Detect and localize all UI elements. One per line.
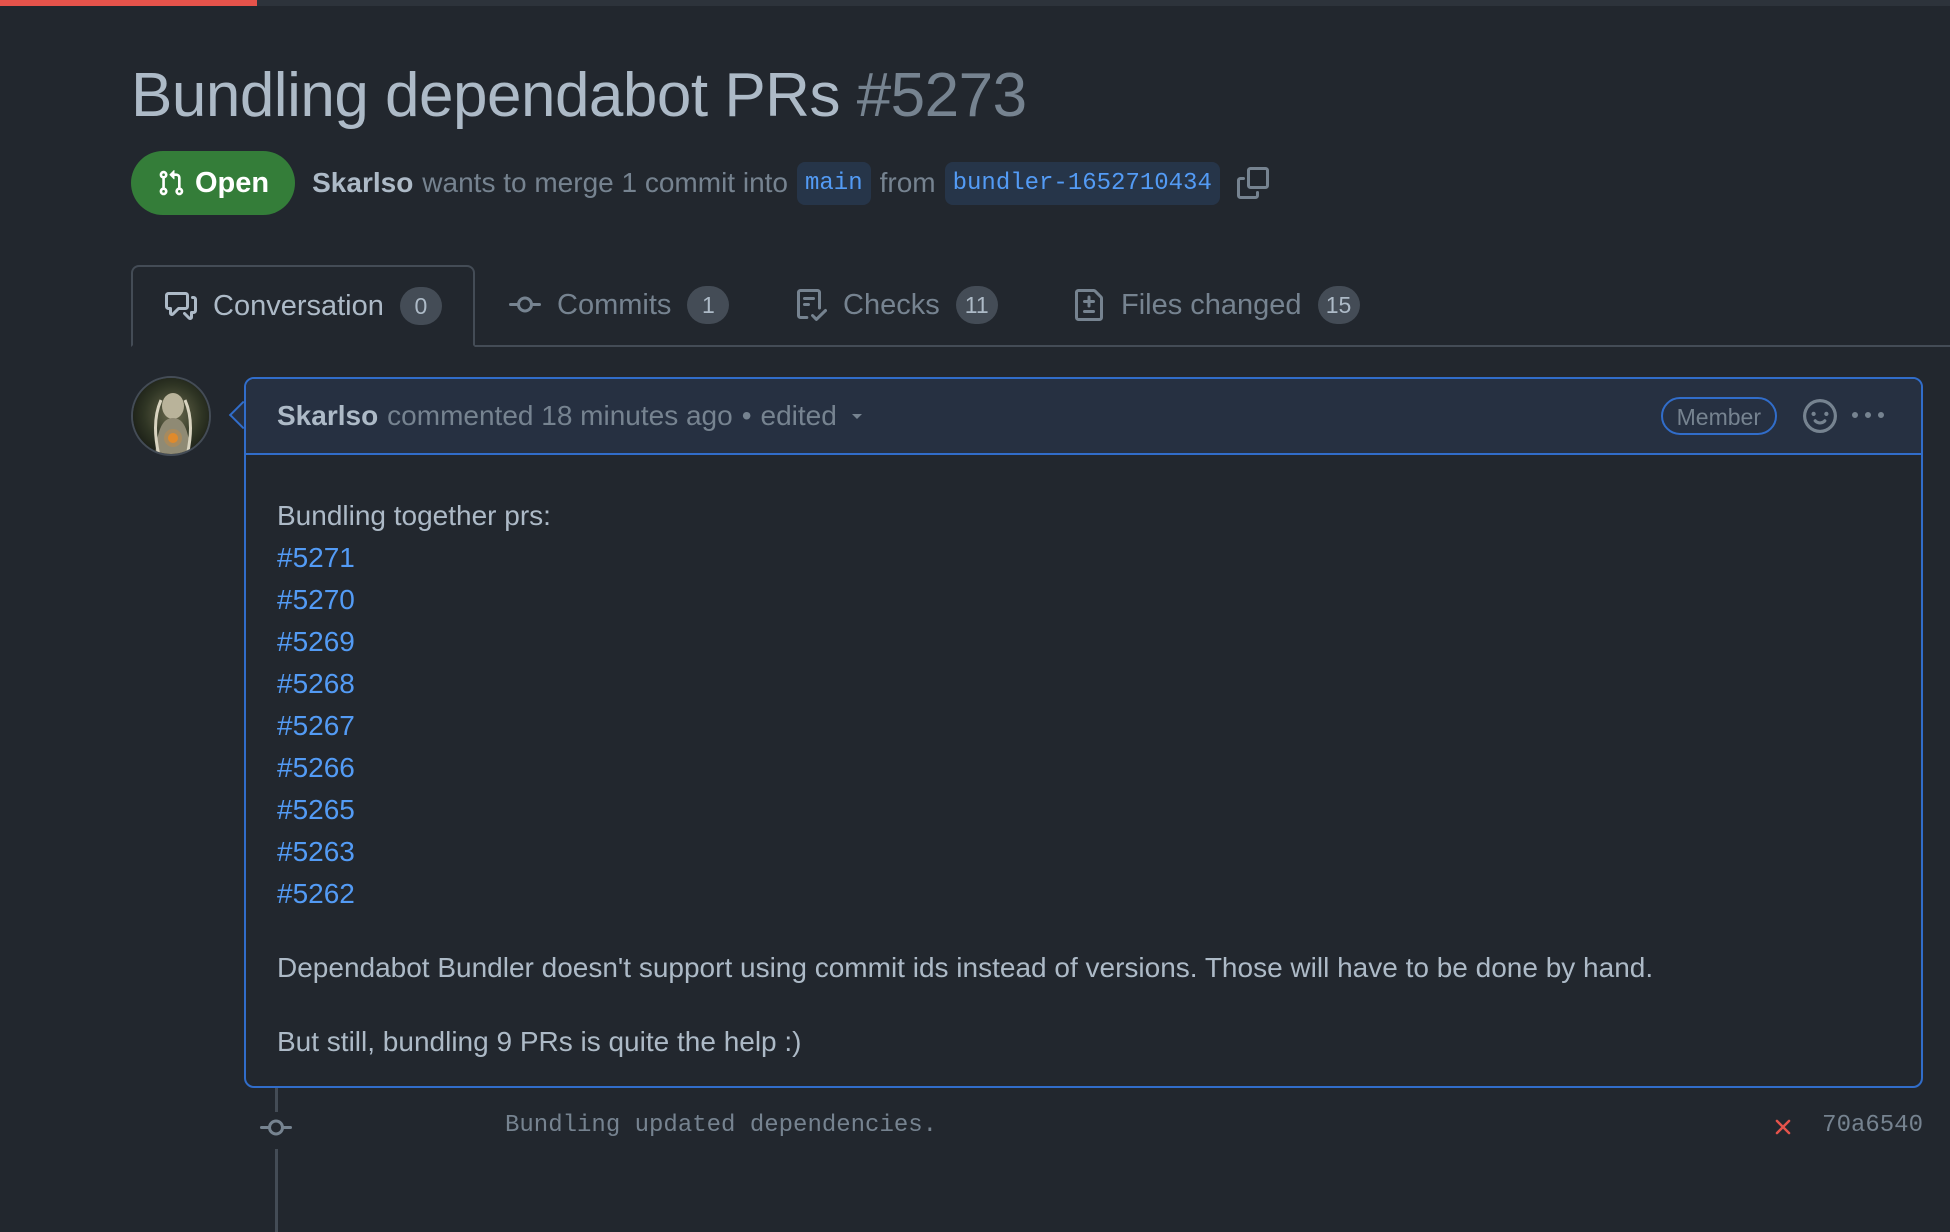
- commit-message-link[interactable]: Bundling updated dependencies.: [505, 1112, 937, 1139]
- head-branch[interactable]: bundler-1652710434: [944, 161, 1220, 205]
- comment-header: Skarlso commented 18 minutes ago • edite…: [246, 379, 1921, 455]
- comment-box: Skarlso commented 18 minutes ago • edite…: [244, 377, 1923, 1088]
- tab-files-changed-count: 15: [1317, 286, 1360, 324]
- commit-sha-link[interactable]: 70a6540: [1822, 1112, 1923, 1139]
- pr-reference-link[interactable]: #5266: [277, 747, 1891, 789]
- tab-conversation-count: 0: [399, 287, 442, 325]
- tab-conversation-label: Conversation: [213, 289, 384, 322]
- tab-checks[interactable]: Checks 11: [795, 265, 998, 345]
- x-icon[interactable]: [1770, 1114, 1796, 1145]
- base-branch[interactable]: main: [797, 161, 871, 205]
- pr-reference-link[interactable]: #5268: [277, 663, 1891, 705]
- pr-state-badge: Open: [131, 151, 296, 215]
- pr-reference-link[interactable]: #5270: [277, 579, 1891, 621]
- git-commit-icon: [509, 296, 541, 313]
- file-diff-icon: [1075, 289, 1103, 321]
- comment-discussion-icon: [165, 292, 197, 320]
- comment-paragraph: But still, bundling 9 PRs is quite the h…: [277, 1026, 802, 1057]
- tab-checks-label: Checks: [843, 288, 940, 321]
- chevron-down-icon[interactable]: [849, 408, 865, 424]
- git-commit-icon: [259, 1112, 293, 1149]
- pr-merge-text: wants to merge 1 commit into: [422, 167, 788, 198]
- kebab-horizontal-icon[interactable]: [1851, 400, 1885, 439]
- pr-number: #5273: [856, 61, 1027, 130]
- comment-body: Bundling together prs: #5271 #5270 #5269…: [277, 495, 1891, 1063]
- smiley-icon[interactable]: [1803, 399, 1837, 440]
- tab-commits[interactable]: Commits 1: [509, 265, 730, 345]
- tab-conversation[interactable]: Conversation 0: [131, 265, 475, 347]
- pr-reference-link[interactable]: #5269: [277, 621, 1891, 663]
- timeline-commit: Bundling updated dependencies. 70a6540: [259, 1108, 1923, 1149]
- pr-reference-link[interactable]: #5267: [277, 705, 1891, 747]
- copy-icon[interactable]: [1236, 167, 1269, 199]
- page-loading-progress: [0, 0, 257, 6]
- comment-edited-link[interactable]: edited: [761, 400, 837, 432]
- pr-tabs: Conversation 0 Commits 1 Checks 11 Files…: [131, 265, 1950, 347]
- git-pull-request-icon: [159, 170, 184, 196]
- pr-title: Bundling dependabot PRs #5273: [131, 60, 1027, 131]
- member-badge: Member: [1660, 397, 1777, 435]
- comment-intro: Bundling together prs:: [277, 500, 551, 531]
- pr-reference-link[interactable]: #5262: [277, 873, 1891, 915]
- pr-meta: Open Skarlso wants to merge 1 commit int…: [131, 151, 1269, 215]
- tab-files-changed[interactable]: Files changed 15: [1073, 265, 1360, 345]
- pr-reference-link[interactable]: #5271: [277, 537, 1891, 579]
- pr-state-label: Open: [195, 166, 270, 199]
- avatar[interactable]: [131, 376, 211, 456]
- pr-title-text: Bundling dependabot PRs: [131, 61, 840, 130]
- page-loading-track: [0, 0, 1950, 6]
- tab-files-changed-label: Files changed: [1121, 288, 1302, 321]
- tab-commits-count: 1: [687, 286, 730, 324]
- comment-timestamp[interactable]: commented 18 minutes ago: [387, 400, 733, 432]
- comment-separator: •: [741, 400, 752, 431]
- pr-reference-link[interactable]: #5265: [277, 789, 1891, 831]
- comment-paragraph: Dependabot Bundler doesn't support using…: [277, 952, 1654, 983]
- pr-from-text: from: [879, 167, 936, 198]
- tab-checks-count: 11: [955, 286, 998, 324]
- checklist-icon: [797, 289, 827, 321]
- pr-author-link[interactable]: Skarlso: [312, 167, 413, 199]
- pr-reference-link[interactable]: #5263: [277, 831, 1891, 873]
- comment-author-link[interactable]: Skarlso: [277, 400, 378, 432]
- tab-commits-label: Commits: [557, 288, 672, 321]
